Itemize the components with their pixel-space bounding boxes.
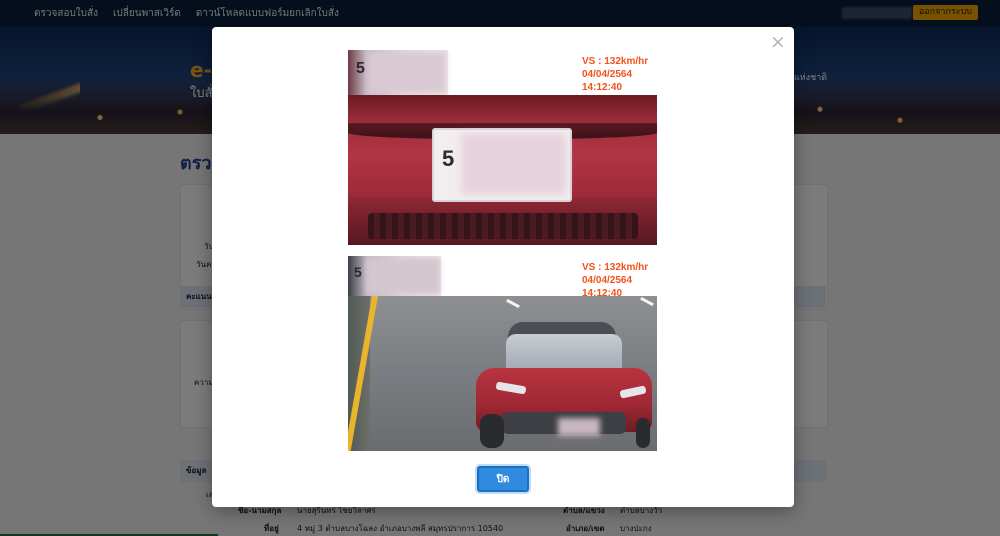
evidence-photo-scene: 5 VS : 132km/hr 04/04/2564 14:12:40 (348, 256, 657, 451)
plate-digit: 5 (356, 60, 365, 77)
plate-crop-thumbnail: 5 (348, 50, 448, 95)
speed-stamp-date: 04/04/2564 (582, 69, 633, 80)
plate-digit-large: 5 (442, 146, 455, 171)
license-plate: 5 (432, 128, 572, 202)
evidence-photo-closeup: 5 VS : 132km/hr 04/04/2564 14:12:40 5 (348, 50, 657, 245)
car-plate-blur (558, 418, 600, 436)
plate-digit: 5 (354, 264, 362, 280)
speed-stamp-date: 04/04/2564 (582, 275, 633, 286)
speed-stamp-speed: VS : 132km/hr (582, 56, 649, 67)
lane-marking (640, 296, 654, 307)
speed-stamp-speed: VS : 132km/hr (582, 262, 649, 273)
close-modal-button[interactable]: ปิด (477, 466, 529, 492)
car-lower-bumper (348, 197, 657, 245)
plate-blur-large (462, 134, 566, 194)
plate-blur (368, 52, 446, 93)
plate-crop-thumbnail: 5 (348, 256, 441, 296)
speed-stamp: VS : 132km/hr 04/04/2564 14:12:40 (582, 261, 648, 300)
car-wheel (636, 418, 650, 448)
close-icon[interactable]: × (769, 33, 787, 52)
car-wheel (480, 414, 504, 448)
plate-blur (366, 258, 440, 294)
lane-marking (506, 298, 520, 309)
speed-stamp-time: 14:12:40 (582, 82, 623, 93)
speed-stamp: VS : 132km/hr 04/04/2564 14:12:40 (582, 55, 648, 94)
red-car (476, 322, 652, 450)
evidence-photo-modal: × 5 VS : 132km/hr 04/04/2564 14:12:40 5 … (212, 27, 794, 507)
